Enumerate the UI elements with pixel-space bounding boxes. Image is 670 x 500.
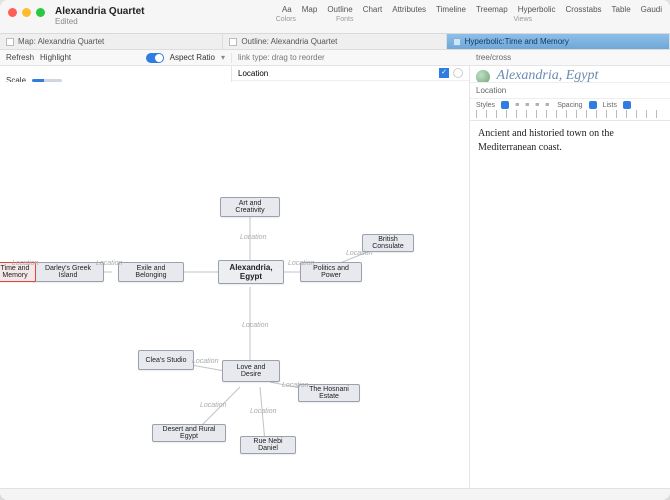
spacing-label: Spacing [557, 102, 582, 109]
tab-icon [6, 38, 14, 46]
edge-label: Location [12, 260, 38, 267]
lists-menu-icon[interactable] [623, 101, 631, 109]
search-check-icon[interactable]: ✓ [439, 68, 449, 78]
align-buttons[interactable]: ≡ ≡ ≡ ≡ [515, 102, 551, 109]
node-rue[interactable]: Rue Nebi Daniel [240, 436, 296, 454]
edge-label: Location [346, 250, 372, 257]
subheader: Refresh Highlight Aspect Ratio ▾ link ty… [0, 50, 670, 66]
search-clear-icon[interactable] [453, 68, 463, 78]
minimize-icon[interactable] [22, 8, 31, 17]
edge-label: Location [200, 402, 226, 409]
edge-label: Location [242, 322, 268, 329]
note-body[interactable]: Ancient and historied town on the Medite… [470, 121, 670, 160]
node-clea[interactable]: Clea's Studio [138, 350, 194, 370]
colors-button[interactable]: Aa [282, 5, 292, 14]
ruler-ticks[interactable] [476, 110, 664, 118]
edge-label: Location [282, 382, 308, 389]
zoom-icon[interactable] [36, 8, 45, 17]
window-title: Alexandria Quartet [55, 6, 144, 17]
edge-label: Location [240, 234, 266, 241]
node-exile[interactable]: Exile and Belonging [118, 262, 184, 282]
location-label: Location [470, 82, 670, 99]
edges-layer [0, 82, 469, 488]
tab-icon [229, 38, 237, 46]
view-attributes[interactable]: Attributes [392, 5, 426, 14]
window-subtitle: Edited [55, 17, 144, 26]
node-desert[interactable]: Desert and Rural Egypt [152, 424, 226, 442]
tab-row: Map: Alexandria Quartet Outline: Alexand… [0, 34, 670, 50]
tab-outline[interactable]: Outline: Alexandria Quartet [223, 34, 446, 49]
close-icon[interactable] [8, 8, 17, 17]
view-table[interactable]: Table [612, 5, 631, 14]
aspect-menu-icon[interactable]: ▾ [221, 53, 225, 62]
tab-map[interactable]: Map: Alexandria Quartet [0, 34, 223, 49]
tab-hyperbolic[interactable]: Hyperbolic:Time and Memory [447, 34, 670, 49]
edge-label: Location [288, 260, 314, 267]
styles-label: Styles [476, 102, 495, 109]
colors-label: Colors [276, 16, 296, 23]
main-area: Alexandria, Egypt Art and Creativity Exi… [0, 82, 670, 488]
view-hyperbolic[interactable]: Hyperbolic [518, 5, 556, 14]
view-treemap[interactable]: Treemap [476, 5, 508, 14]
node-love[interactable]: Love and Desire [222, 360, 280, 382]
view-chart[interactable]: Chart [363, 5, 383, 14]
view-map[interactable]: Map [302, 5, 318, 14]
note-heading: Alexandria, Egypt [497, 68, 599, 83]
view-gaudi[interactable]: Gaudi [641, 5, 662, 14]
styles-menu-icon[interactable] [501, 101, 509, 109]
edge-label: Location [96, 260, 122, 267]
footer [0, 488, 670, 500]
views-label: Views [513, 16, 532, 23]
lists-label: Lists [603, 102, 617, 109]
view-crosstabs[interactable]: Crosstabs [566, 5, 602, 14]
aspect-toggle[interactable] [146, 53, 164, 63]
node-root[interactable]: Alexandria, Egypt [218, 260, 284, 284]
edge-label: Location [192, 358, 218, 365]
view-timeline[interactable]: Timeline [436, 5, 466, 14]
outline-search-input[interactable] [238, 69, 435, 78]
tab-label: Map: Alexandria Quartet [18, 37, 104, 46]
node-art[interactable]: Art and Creativity [220, 197, 280, 217]
edge-label: Location [250, 408, 276, 415]
highlight-button[interactable]: Highlight [40, 53, 71, 62]
tab-label: Outline: Alexandria Quartet [241, 37, 337, 46]
map-canvas[interactable]: Alexandria, Egypt Art and Creativity Exi… [0, 82, 470, 488]
window-controls [8, 4, 45, 17]
fonts-label: Fonts [336, 16, 354, 23]
spacing-menu-icon[interactable] [589, 101, 597, 109]
link-hint: link type: drag to reorder [238, 53, 325, 62]
app-window: Alexandria Quartet Edited Aa Map Outline… [0, 0, 670, 500]
node-darley[interactable]: Darley's Greek Island [32, 262, 104, 282]
titlebar: Alexandria Quartet Edited Aa Map Outline… [0, 0, 670, 34]
right-panel: Location Styles ≡ ≡ ≡ ≡ Spacing Lists An… [470, 82, 670, 488]
text-ruler: Styles ≡ ≡ ≡ ≡ Spacing Lists [470, 99, 670, 121]
tree-cross-label: tree/cross [476, 53, 511, 62]
view-outline[interactable]: Outline [327, 5, 352, 14]
tab-icon [453, 38, 461, 46]
refresh-button[interactable]: Refresh [6, 53, 34, 62]
aspect-label: Aspect Ratio [170, 53, 215, 62]
tab-label: Hyperbolic:Time and Memory [465, 37, 569, 46]
title-group: Alexandria Quartet Edited [55, 4, 144, 26]
toolbar: Aa Map Outline Chart Attributes Timeline… [276, 4, 662, 23]
